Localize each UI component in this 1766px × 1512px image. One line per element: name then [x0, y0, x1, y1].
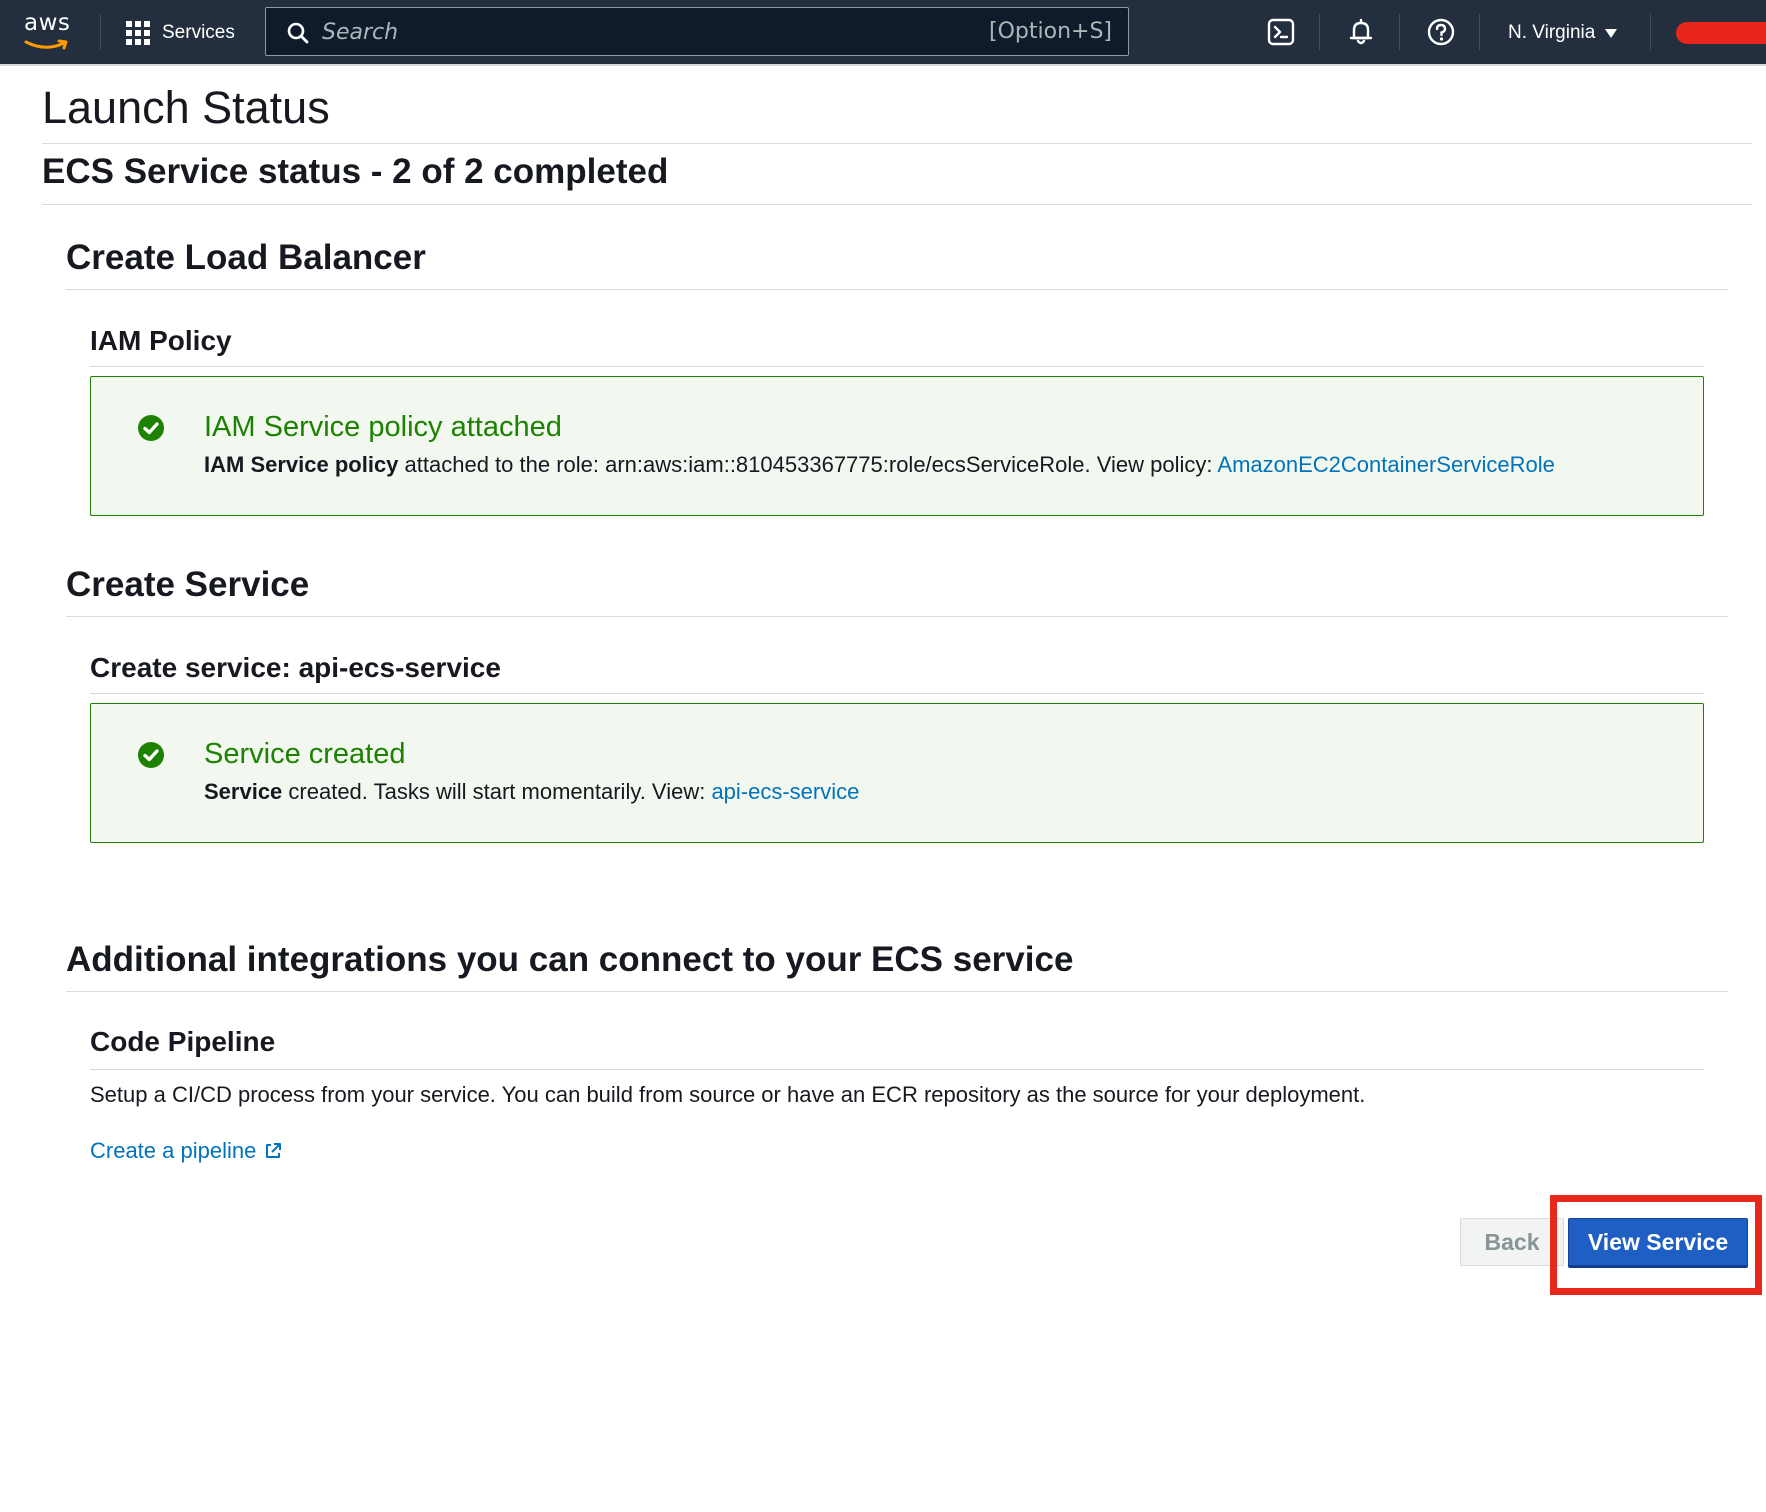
- status-heading: ECS Service status - 2 of 2 completed: [42, 152, 669, 191]
- create-pipeline-link[interactable]: Create a pipeline: [90, 1138, 283, 1164]
- divider: [90, 366, 1704, 367]
- section-heading-load-balancer: Create Load Balancer: [66, 238, 426, 277]
- top-navigation-bar: aws Services [Option+S]: [0, 0, 1766, 64]
- success-alert-service-created: Service created Service created. Tasks w…: [90, 703, 1704, 843]
- divider: [90, 1069, 1704, 1070]
- help-icon: [1427, 18, 1455, 46]
- alert-message: Service created. Tasks will start moment…: [204, 779, 859, 805]
- divider: [42, 143, 1752, 144]
- alert-title: Service created: [204, 738, 406, 770]
- alert-message-bold: Service: [204, 779, 283, 804]
- section-heading-create-service: Create Service: [66, 565, 310, 604]
- divider: [90, 693, 1704, 694]
- grid-icon: [126, 21, 150, 45]
- highlight-annotation-box: [1550, 1195, 1762, 1295]
- subsection-heading-iam-policy: IAM Policy: [90, 325, 232, 356]
- alert-message-text: created. Tasks will start momentarily. V…: [282, 779, 712, 804]
- aws-logo[interactable]: aws: [22, 8, 78, 52]
- section-heading-integrations: Additional integrations you can connect …: [66, 940, 1074, 979]
- bell-icon: [1349, 18, 1373, 45]
- subsection-heading-service-name: Create service: api-ecs-service: [90, 652, 501, 683]
- back-button[interactable]: Back: [1460, 1218, 1564, 1266]
- region-label: N. Virginia: [1508, 22, 1596, 43]
- alert-message-text: attached to the role: arn:aws:iam::81045…: [398, 452, 1218, 477]
- success-alert-iam-policy: IAM Service policy attached IAM Service …: [90, 376, 1704, 516]
- search-icon: [287, 22, 309, 44]
- search-bar[interactable]: [Option+S]: [265, 7, 1129, 56]
- alert-title: IAM Service policy attached: [204, 411, 562, 443]
- check-circle-icon: [138, 742, 164, 768]
- account-menu-redacted[interactable]: [1676, 22, 1766, 44]
- nav-divider: [1399, 14, 1400, 50]
- nav-divider: [1650, 14, 1651, 50]
- create-pipeline-link-label: Create a pipeline: [90, 1138, 257, 1163]
- cloudshell-icon: [1267, 18, 1295, 46]
- caret-down-icon: [1605, 28, 1618, 38]
- search-input[interactable]: [322, 16, 922, 48]
- help-button[interactable]: [1425, 16, 1457, 48]
- policy-link[interactable]: AmazonEC2ContainerServiceRole: [1217, 452, 1555, 477]
- pipeline-description: Setup a CI/CD process from your service.…: [90, 1082, 1366, 1107]
- divider: [66, 289, 1728, 290]
- nav-divider: [100, 14, 101, 50]
- divider: [66, 991, 1728, 992]
- services-label: Services: [162, 22, 235, 43]
- subsection-heading-code-pipeline: Code Pipeline: [90, 1026, 276, 1057]
- nav-divider: [1319, 14, 1320, 50]
- region-selector[interactable]: N. Virginia: [1508, 18, 1618, 48]
- nav-divider-line: [0, 64, 1766, 66]
- check-circle-icon: [138, 415, 164, 441]
- divider: [42, 204, 1752, 205]
- alert-message: IAM Service policy attached to the role:…: [204, 452, 1555, 478]
- cloudshell-button[interactable]: [1265, 16, 1297, 48]
- nav-divider: [1479, 14, 1480, 50]
- aws-logo-text: aws: [24, 10, 71, 36]
- search-shortcut-hint: [Option+S]: [989, 19, 1112, 44]
- notifications-button[interactable]: [1345, 16, 1377, 48]
- services-menu-button[interactable]: Services: [126, 18, 235, 48]
- alert-message-bold: IAM Service policy: [204, 452, 399, 477]
- divider: [66, 616, 1728, 617]
- page-title: Launch Status: [42, 82, 330, 133]
- service-link[interactable]: api-ecs-service: [711, 779, 859, 804]
- external-link-icon: [266, 1143, 282, 1158]
- aws-smile-icon: [24, 39, 68, 50]
